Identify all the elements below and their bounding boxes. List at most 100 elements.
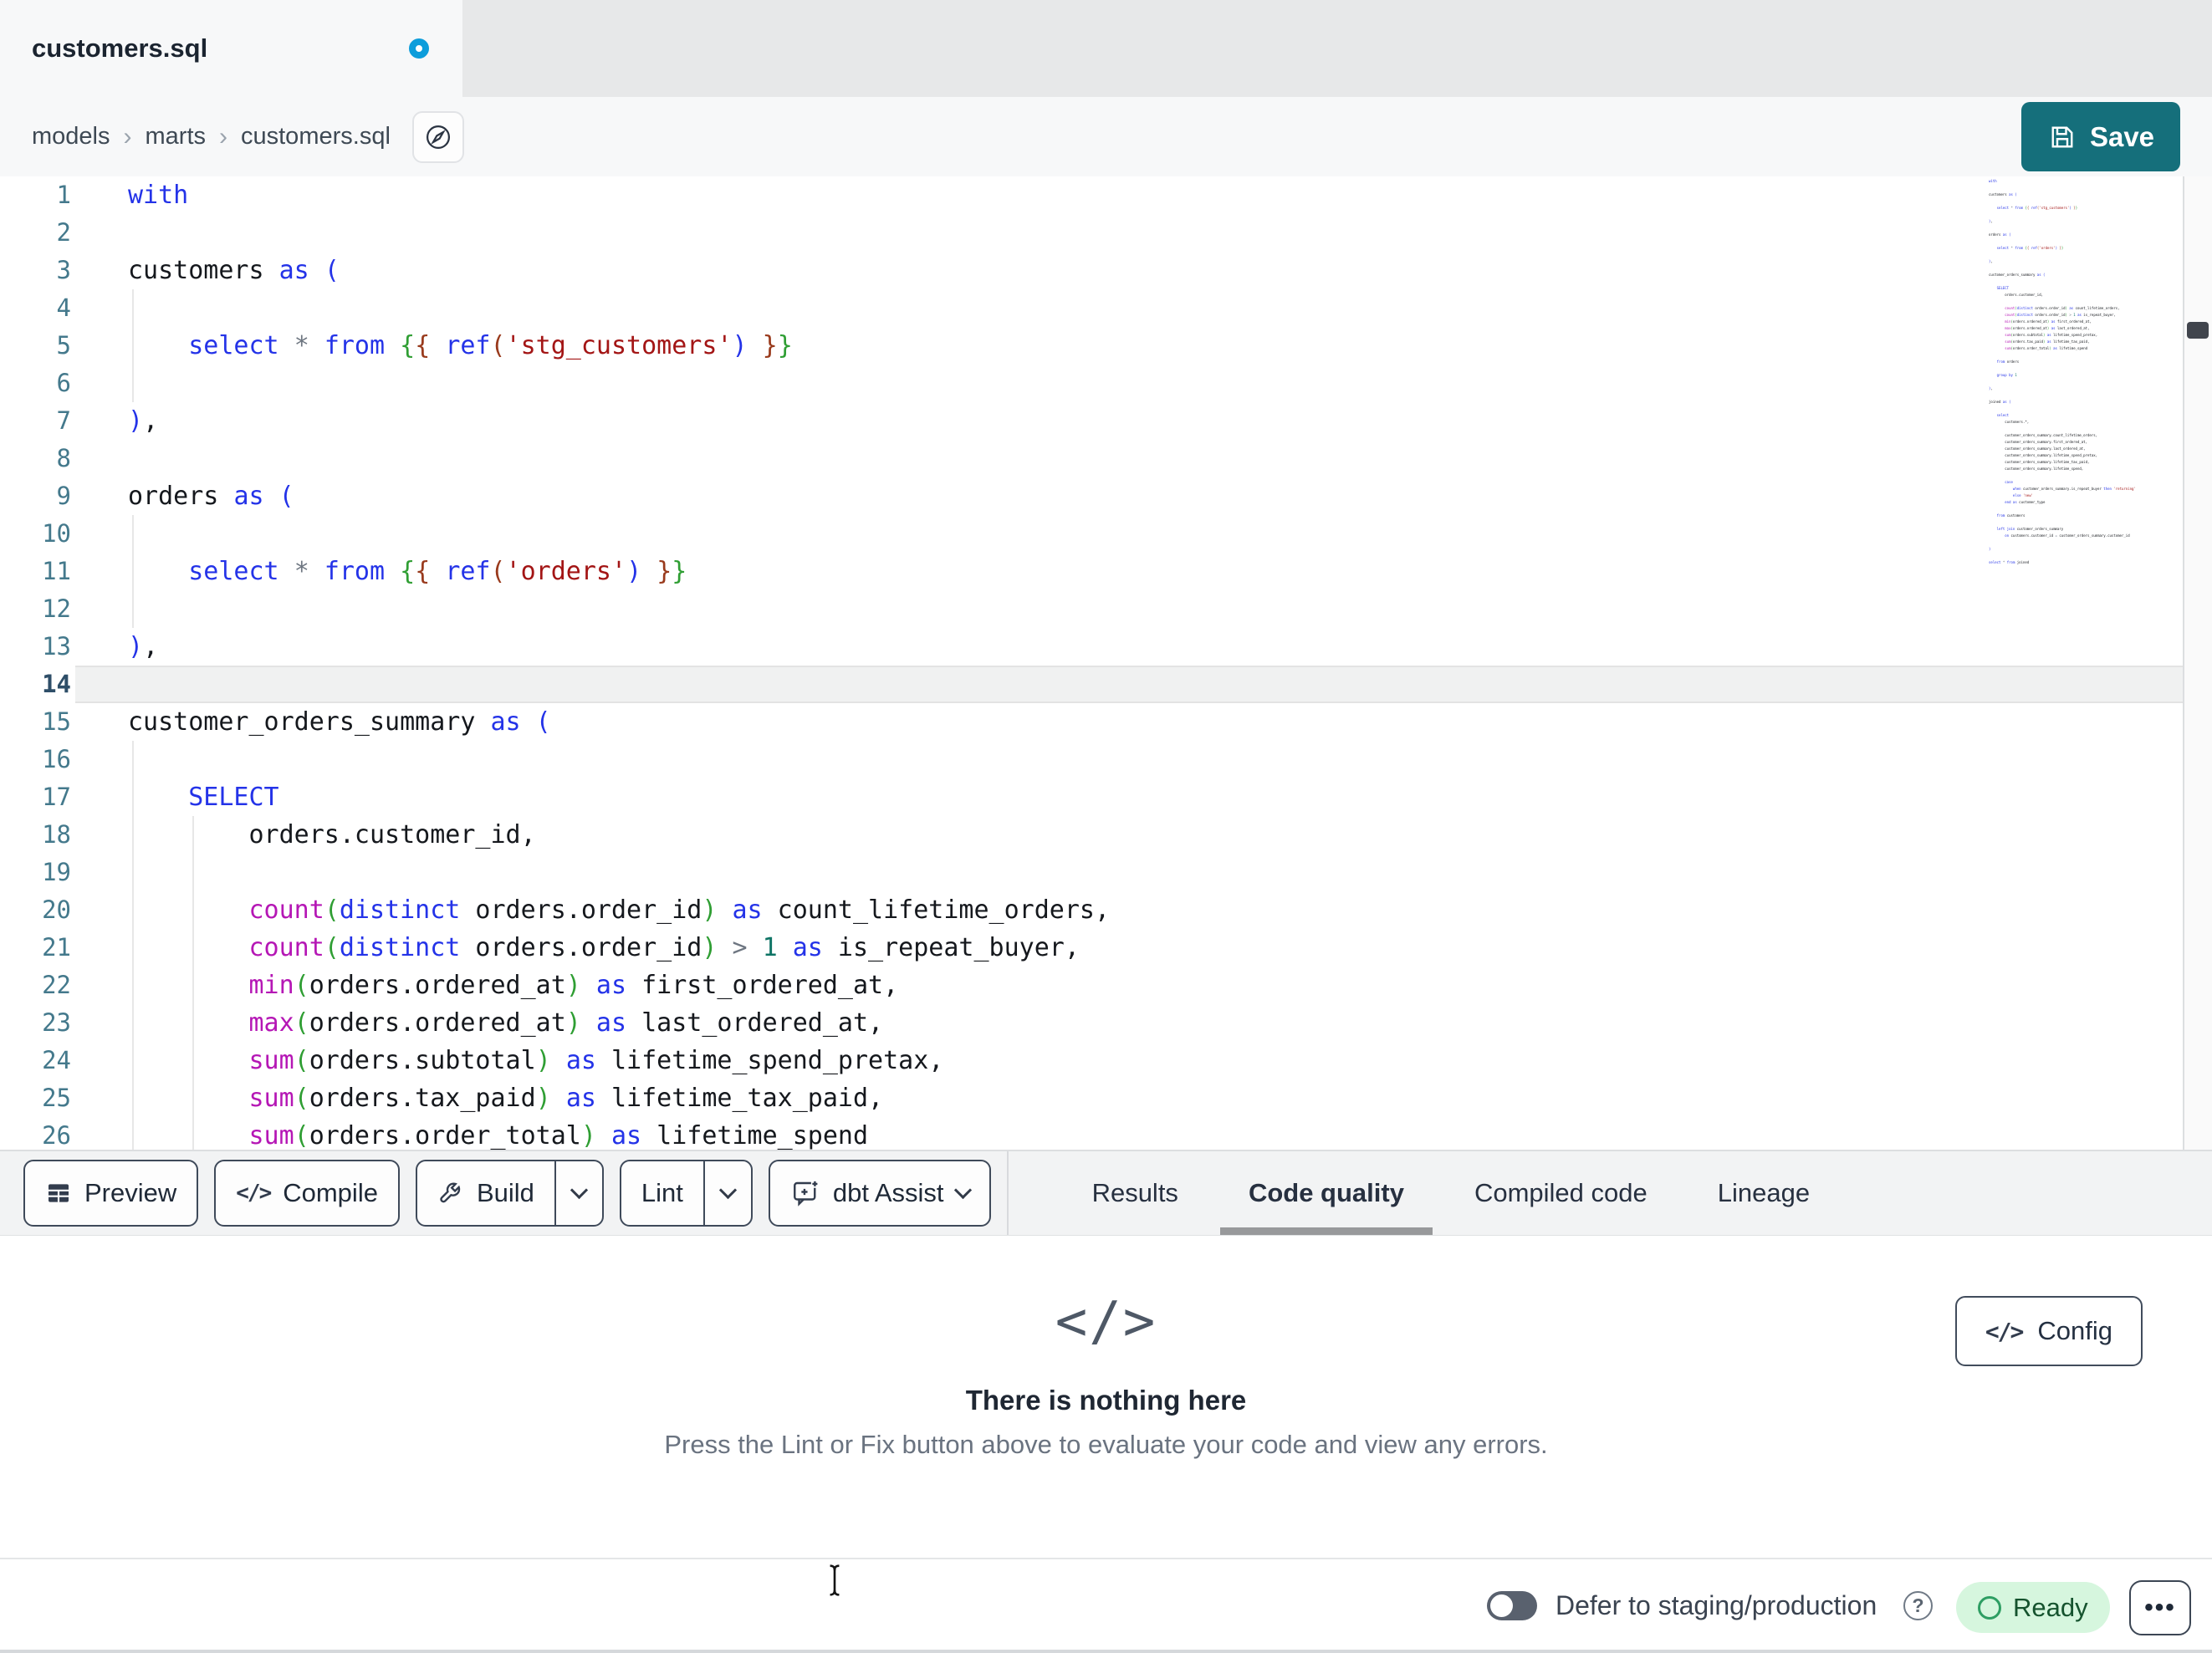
tab-code-quality-label: Code quality: [1248, 1178, 1404, 1207]
breadcrumb-marts[interactable]: marts: [146, 123, 207, 151]
code-line[interactable]: 11 select * from {{ ref('orders') }}: [0, 553, 2212, 590]
file-tab-customers-sql[interactable]: customers.sql: [0, 0, 462, 97]
compile-button-label: Compile: [283, 1178, 378, 1207]
line-content[interactable]: [71, 741, 2212, 778]
build-button[interactable]: Build: [415, 1160, 604, 1227]
line-content[interactable]: count(distinct orders.order_id) > 1 as i…: [71, 929, 2212, 967]
compile-button[interactable]: </> Compile: [214, 1160, 400, 1227]
line-content[interactable]: with: [71, 176, 2212, 214]
line-content[interactable]: ),: [71, 402, 2212, 440]
line-content[interactable]: [71, 590, 2212, 628]
indent-guide: [192, 1079, 194, 1117]
save-button[interactable]: Save: [2021, 102, 2180, 171]
code-line[interactable]: 1 with: [0, 176, 2212, 214]
code-line[interactable]: 26 sum(orders.order_total) as lifetime_s…: [0, 1117, 2212, 1150]
build-dropdown-button[interactable]: [554, 1161, 602, 1225]
code-line[interactable]: 14: [0, 666, 2212, 703]
line-content[interactable]: ),: [71, 628, 2212, 666]
breadcrumb-file[interactable]: customers.sql: [241, 123, 391, 151]
code-line[interactable]: 10: [0, 515, 2212, 553]
config-button[interactable]: </> Config: [1954, 1296, 2143, 1366]
chevron-down-icon: [570, 1181, 588, 1199]
code-line[interactable]: 19: [0, 854, 2212, 891]
code-line[interactable]: 17 SELECT: [0, 778, 2212, 816]
code-line[interactable]: 12: [0, 590, 2212, 628]
code-line[interactable]: 2: [0, 214, 2212, 252]
code-line[interactable]: 7),: [0, 402, 2212, 440]
dbt-assist-button[interactable]: dbt Assist: [768, 1160, 991, 1227]
chevron-right-icon: ›: [219, 122, 227, 151]
explore-lineage-button[interactable]: [411, 110, 464, 163]
preview-button[interactable]: Preview: [23, 1160, 199, 1227]
line-content[interactable]: customer_orders_summary as (: [71, 703, 2212, 741]
text-cursor-pointer: [824, 1562, 845, 1599]
line-content[interactable]: customers as (: [71, 252, 2212, 289]
line-content[interactable]: [71, 854, 2212, 891]
line-number: 14: [42, 670, 71, 698]
code-line[interactable]: 5 select * from {{ ref('stg_customers') …: [0, 327, 2212, 365]
line-content[interactable]: sum(orders.tax_paid) as lifetime_tax_pai…: [71, 1079, 2212, 1117]
line-number: 22: [42, 971, 71, 999]
compass-icon: [423, 122, 453, 152]
code-line[interactable]: 8: [0, 440, 2212, 477]
line-content[interactable]: sum(orders.order_total) as lifetime_spen…: [71, 1117, 2212, 1150]
code-line[interactable]: 21 count(distinct orders.order_id) > 1 a…: [0, 929, 2212, 967]
line-content[interactable]: [71, 289, 2212, 327]
status-badge[interactable]: Ready: [1956, 1582, 2110, 1633]
code-line[interactable]: 6: [0, 365, 2212, 402]
line-content[interactable]: [71, 515, 2212, 553]
code-line[interactable]: 9 orders as (: [0, 477, 2212, 515]
line-content[interactable]: select * from {{ ref('stg_customers') }}: [71, 327, 2212, 365]
code-line[interactable]: 18 orders.customer_id,: [0, 816, 2212, 854]
more-options-button[interactable]: •••: [2129, 1580, 2191, 1635]
tab-results-label: Results: [1091, 1178, 1178, 1207]
line-content[interactable]: max(orders.ordered_at) as last_ordered_a…: [71, 1004, 2212, 1042]
line-content[interactable]: sum(orders.subtotal) as lifetime_spend_p…: [71, 1042, 2212, 1079]
line-number: 23: [42, 1008, 71, 1037]
code-line[interactable]: 15 customer_orders_summary as (: [0, 703, 2212, 741]
code-line[interactable]: 13),: [0, 628, 2212, 666]
line-content[interactable]: orders as (: [71, 477, 2212, 515]
line-number: 7: [56, 406, 71, 435]
tab-results[interactable]: Results: [1057, 1151, 1213, 1235]
code-line[interactable]: 16: [0, 741, 2212, 778]
line-content[interactable]: [71, 440, 2212, 477]
line-content[interactable]: SELECT: [71, 778, 2212, 816]
code-line[interactable]: 20 count(distinct orders.order_id) as co…: [0, 891, 2212, 929]
tab-compiled-code[interactable]: Compiled code: [1439, 1151, 1683, 1235]
help-icon[interactable]: ?: [1903, 1591, 1933, 1620]
indent-guide: [192, 816, 194, 854]
line-content[interactable]: [71, 666, 2212, 703]
line-content[interactable]: [71, 214, 2212, 252]
code-line[interactable]: 24 sum(orders.subtotal) as lifetime_spen…: [0, 1042, 2212, 1079]
line-number: 3: [56, 256, 71, 284]
code-line[interactable]: 3 customers as (: [0, 252, 2212, 289]
lint-dropdown-button[interactable]: [702, 1161, 751, 1225]
dbt-assist-button-label: dbt Assist: [832, 1178, 944, 1207]
status-ring-icon: [1978, 1595, 2001, 1620]
indent-guide: [132, 1042, 134, 1079]
preview-button-label: Preview: [84, 1178, 177, 1207]
breadcrumb: models › marts › customers.sql: [0, 97, 2212, 176]
chevron-down-icon: [718, 1181, 737, 1199]
line-number: 2: [56, 218, 71, 247]
code-quality-panel: </> There is nothing here Press the Lint…: [0, 1236, 2212, 1558]
code-line[interactable]: 23 max(orders.ordered_at) as last_ordere…: [0, 1004, 2212, 1042]
breadcrumb-models[interactable]: models: [32, 123, 110, 151]
line-content[interactable]: orders.customer_id,: [71, 816, 2212, 854]
line-content[interactable]: [71, 365, 2212, 402]
chevron-down-icon: [953, 1181, 972, 1199]
code-line[interactable]: 22 min(orders.ordered_at) as first_order…: [0, 967, 2212, 1004]
defer-toggle[interactable]: [1487, 1591, 1537, 1620]
code-line[interactable]: 4: [0, 289, 2212, 327]
code-editor[interactable]: 1 with 2 3 customers as (4 5 select * from {{…: [0, 176, 2212, 1150]
line-number: 1: [56, 181, 71, 209]
line-content[interactable]: min(orders.ordered_at) as first_ordered_…: [71, 967, 2212, 1004]
line-content[interactable]: select * from {{ ref('orders') }}: [71, 553, 2212, 590]
line-number: 5: [56, 331, 71, 360]
tab-lineage[interactable]: Lineage: [1683, 1151, 1845, 1235]
code-line[interactable]: 25 sum(orders.tax_paid) as lifetime_tax_…: [0, 1079, 2212, 1117]
line-content[interactable]: count(distinct orders.order_id) as count…: [71, 891, 2212, 929]
lint-button[interactable]: Lint: [619, 1160, 753, 1227]
tab-code-quality[interactable]: Code quality: [1213, 1151, 1439, 1235]
